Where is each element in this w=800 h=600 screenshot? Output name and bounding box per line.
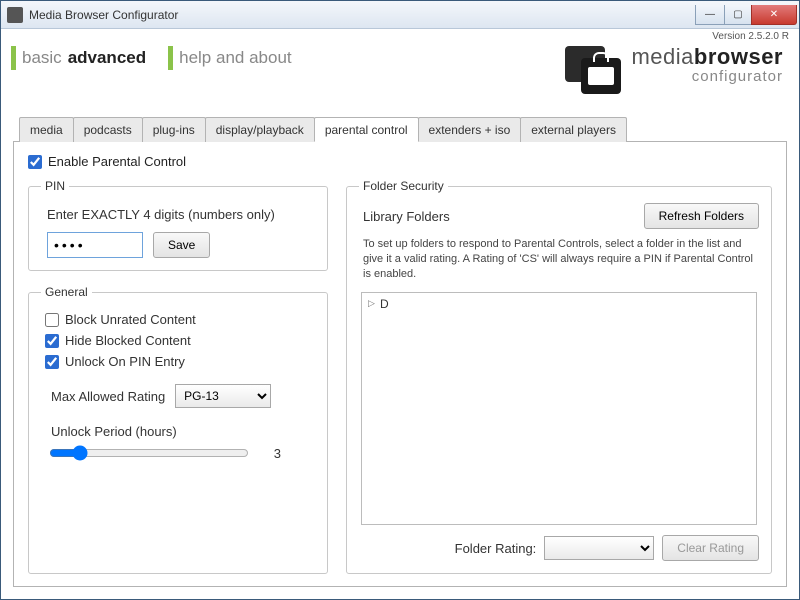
- block-unrated-checkbox[interactable]: [45, 313, 59, 327]
- folder-security-description: To set up folders to respond to Parental…: [363, 237, 755, 282]
- tree-item-label: D: [380, 297, 389, 311]
- brand-text: mediabrowser configurator: [631, 46, 783, 84]
- brand-name-bold: browser: [694, 44, 783, 69]
- unlock-on-pin-row[interactable]: Unlock On PIN Entry: [45, 354, 315, 369]
- folder-rating-label: Folder Rating:: [455, 541, 537, 556]
- nav-divider-icon: [11, 46, 16, 70]
- brand-name-light: media: [631, 44, 693, 69]
- unlock-on-pin-checkbox[interactable]: [45, 355, 59, 369]
- app-icon: [7, 7, 23, 23]
- folder-security-legend: Folder Security: [359, 179, 448, 193]
- folder-rating-select[interactable]: [544, 536, 654, 560]
- block-unrated-row[interactable]: Block Unrated Content: [45, 312, 315, 327]
- general-group: General Block Unrated Content Hide Block…: [28, 285, 328, 574]
- pin-instruction: Enter EXACTLY 4 digits (numbers only): [47, 207, 315, 222]
- tab-external-players[interactable]: external players: [520, 117, 627, 142]
- enable-parental-checkbox[interactable]: [28, 155, 42, 169]
- titlebar[interactable]: Media Browser Configurator — ▢ ✕: [1, 1, 799, 29]
- library-folders-title: Library Folders: [363, 209, 450, 224]
- tab-parental-control[interactable]: parental control: [314, 117, 419, 142]
- block-unrated-label: Block Unrated Content: [65, 312, 196, 327]
- refresh-folders-button[interactable]: Refresh Folders: [644, 203, 759, 229]
- hide-blocked-row[interactable]: Hide Blocked Content: [45, 333, 315, 348]
- pin-input[interactable]: [47, 232, 143, 258]
- minimize-button[interactable]: —: [695, 5, 725, 25]
- header-row: basic advanced help and about mediabrows…: [1, 42, 799, 104]
- tab-panel-parental-control: Enable Parental Control PIN Enter EXACTL…: [13, 142, 787, 587]
- nav-basic[interactable]: basic: [22, 48, 62, 68]
- tab-podcasts[interactable]: podcasts: [73, 117, 143, 142]
- window-title: Media Browser Configurator: [29, 8, 696, 22]
- save-pin-button[interactable]: Save: [153, 232, 210, 258]
- nav-help: help and about: [168, 46, 292, 70]
- tabstrip: media podcasts plug-ins display/playback…: [13, 116, 787, 142]
- pin-group: PIN Enter EXACTLY 4 digits (numbers only…: [28, 179, 328, 271]
- left-column: PIN Enter EXACTLY 4 digits (numbers only…: [28, 179, 328, 574]
- max-rating-label: Max Allowed Rating: [51, 389, 165, 404]
- tree-item-root[interactable]: ▷ D: [368, 297, 750, 311]
- pin-legend: PIN: [41, 179, 69, 193]
- folder-tree[interactable]: ▷ D: [361, 292, 757, 525]
- maximize-button[interactable]: ▢: [724, 5, 752, 25]
- unlock-on-pin-label: Unlock On PIN Entry: [65, 354, 185, 369]
- unlock-period-label: Unlock Period (hours): [51, 424, 315, 439]
- general-legend: General: [41, 285, 92, 299]
- enable-parental-row: Enable Parental Control: [28, 154, 772, 169]
- nav-divider-icon: [168, 46, 173, 70]
- columns: PIN Enter EXACTLY 4 digits (numbers only…: [28, 179, 772, 574]
- nav-advanced[interactable]: advanced: [68, 48, 146, 68]
- content-area: media podcasts plug-ins display/playback…: [1, 104, 799, 599]
- folder-security-group: Folder Security Library Folders Refresh …: [346, 179, 772, 574]
- brand-icon: [565, 46, 621, 94]
- clear-rating-button[interactable]: Clear Rating: [662, 535, 759, 561]
- brand-subtitle: configurator: [631, 69, 783, 84]
- tab-display-playback[interactable]: display/playback: [205, 117, 315, 142]
- window-buttons: — ▢ ✕: [696, 5, 797, 25]
- nav-basic-advanced: basic advanced: [11, 46, 146, 70]
- unlock-period-value: 3: [261, 446, 281, 461]
- max-rating-select[interactable]: PG-13: [175, 384, 271, 408]
- tab-extenders-iso[interactable]: extenders + iso: [418, 117, 522, 142]
- tab-plugins[interactable]: plug-ins: [142, 117, 206, 142]
- hide-blocked-checkbox[interactable]: [45, 334, 59, 348]
- enable-parental-label: Enable Parental Control: [48, 154, 186, 169]
- close-button[interactable]: ✕: [751, 5, 797, 25]
- unlock-period-slider[interactable]: [49, 445, 249, 461]
- hide-blocked-label: Hide Blocked Content: [65, 333, 191, 348]
- app-window: Media Browser Configurator — ▢ ✕ Version…: [0, 0, 800, 600]
- version-label: Version 2.5.2.0 R: [1, 29, 799, 42]
- nav-help-about[interactable]: help and about: [179, 48, 292, 68]
- tree-caret-icon[interactable]: ▷: [368, 298, 376, 309]
- tab-media[interactable]: media: [19, 117, 74, 142]
- brand-logo: mediabrowser configurator: [565, 46, 789, 94]
